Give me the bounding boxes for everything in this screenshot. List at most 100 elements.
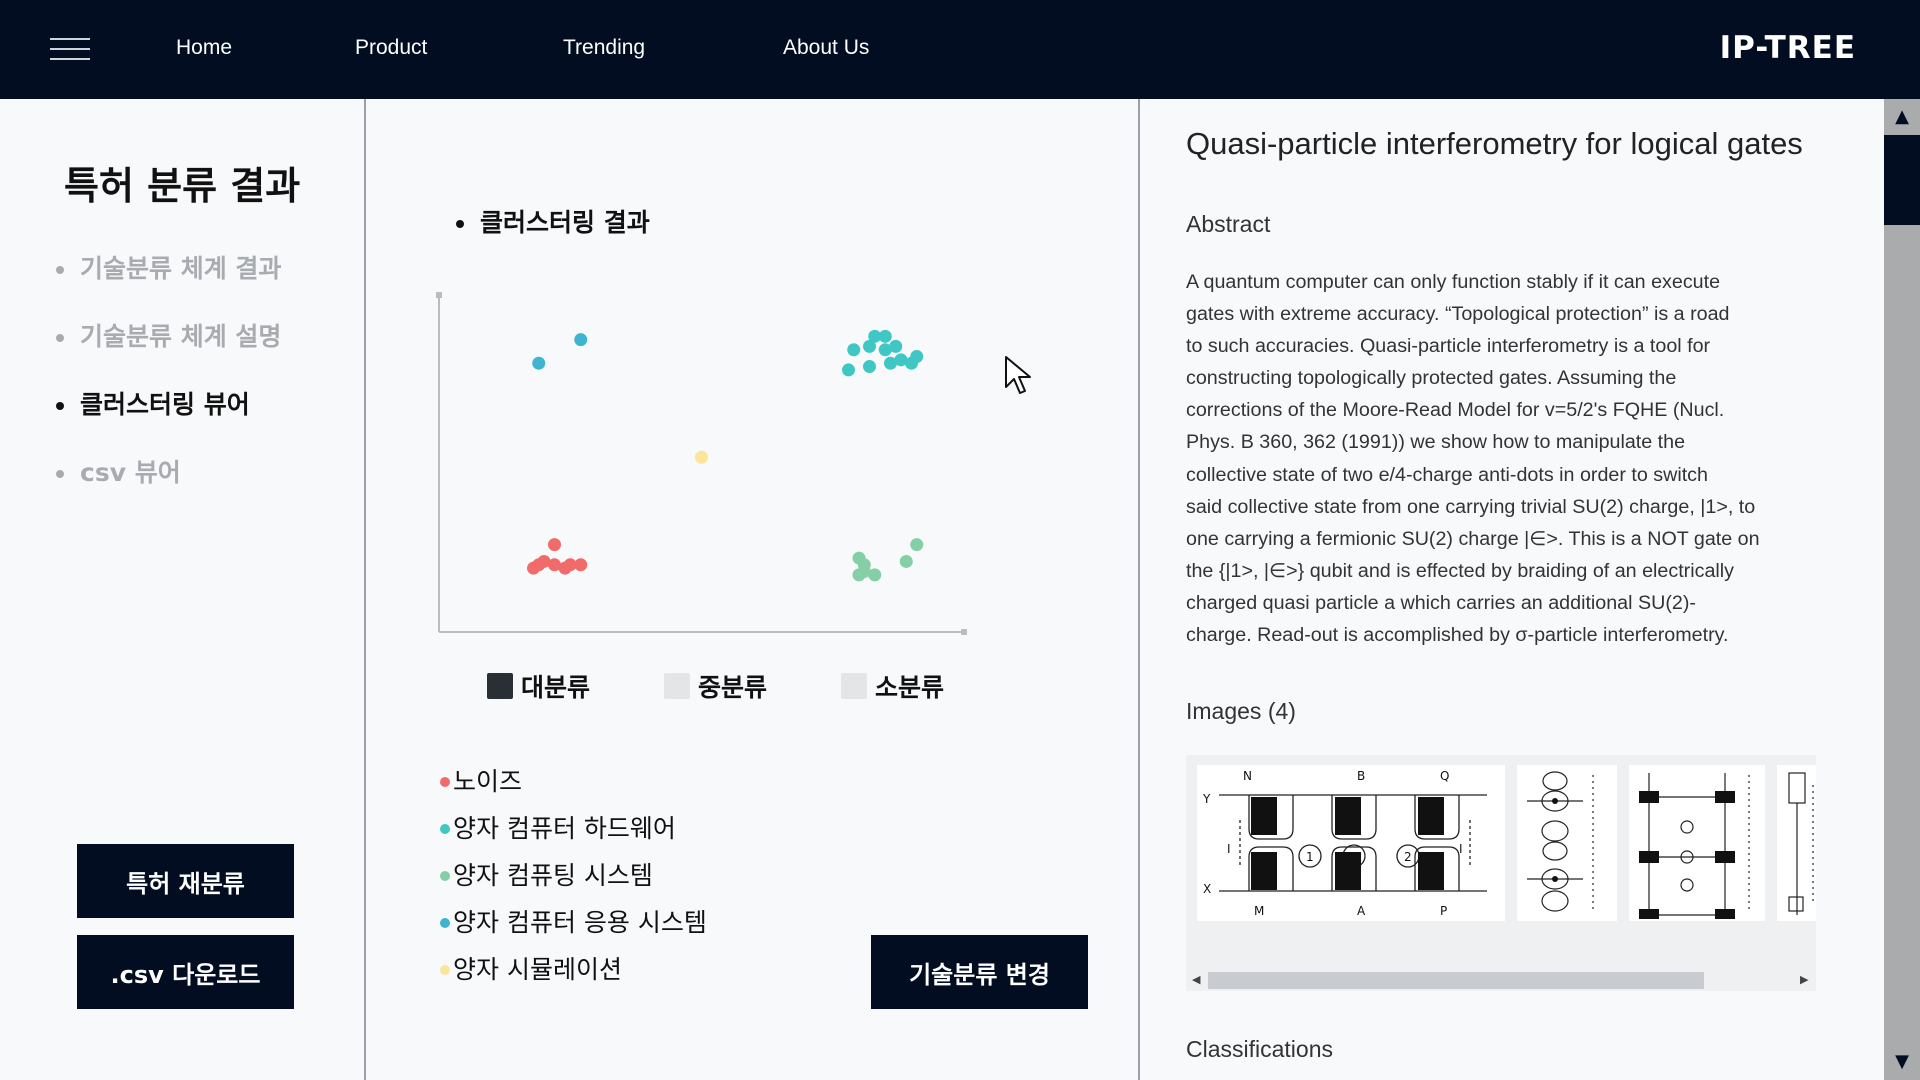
- brand-logo[interactable]: IP-TREE: [1720, 30, 1856, 66]
- patent-figure-3[interactable]: [1629, 765, 1765, 921]
- cluster-scatter-chart[interactable]: [432, 284, 1072, 644]
- nav-product[interactable]: Product: [355, 36, 427, 60]
- patent-figure-2[interactable]: [1517, 765, 1617, 921]
- figure-label: X: [1203, 882, 1211, 896]
- sidebar-item-label: 기술분류 체계 설명: [80, 322, 282, 351]
- scatter-point[interactable]: [574, 333, 588, 347]
- scatter-point[interactable]: [842, 363, 855, 377]
- scatter-point[interactable]: [863, 360, 876, 374]
- scatter-point[interactable]: [905, 356, 918, 370]
- abstract-heading: Abstract: [1186, 211, 1271, 237]
- figure-label: 3: [1350, 850, 1358, 864]
- sidebar-item-label: csv 뷰어: [80, 458, 181, 487]
- scatter-point[interactable]: [863, 339, 876, 353]
- figure-label: I: [1227, 842, 1231, 856]
- sidebar: 특허 분류 결과 기술분류 체계 결과 기술분류 체계 설명 클러스터링 뷰어 …: [0, 99, 366, 1080]
- scroll-down-icon[interactable]: ▼: [1884, 1044, 1920, 1080]
- cluster-label-text: 양자 컴퓨터 응용 시스템: [453, 908, 707, 937]
- scatter-point[interactable]: [884, 356, 897, 370]
- scroll-up-icon[interactable]: ▲: [1884, 99, 1920, 135]
- scatter-point[interactable]: [548, 538, 561, 552]
- abstract-line: one carrying a fermionic SU(2) charge |∈…: [1186, 527, 1760, 550]
- figure-label: I: [1459, 842, 1463, 856]
- bullet-icon: [456, 220, 464, 228]
- reclassify-button[interactable]: 특허 재분류: [77, 844, 294, 918]
- cluster-label-text: 노이즈: [453, 767, 523, 796]
- y-axis-end-marker: [436, 292, 442, 298]
- scatter-point[interactable]: [695, 450, 708, 464]
- gallery-scrollbar[interactable]: ◀ ▶: [1186, 967, 1816, 991]
- abstract-line: collective state of two e/4-charge anti-…: [1186, 463, 1708, 486]
- images-heading: Images (4): [1186, 698, 1296, 724]
- scatter-point[interactable]: [847, 343, 861, 357]
- figure-label: M: [1254, 904, 1264, 918]
- scatter-point[interactable]: [889, 339, 903, 353]
- cluster-label-application-system: 양자 컴퓨터 응용 시스템: [440, 903, 707, 939]
- scroll-left-icon[interactable]: ◀: [1192, 973, 1200, 986]
- figure-label: Y: [1202, 792, 1211, 806]
- legend-item-middle[interactable]: 중분류: [664, 668, 767, 704]
- classifications-heading: Classifications: [1186, 1036, 1333, 1062]
- page-scroll-thumb[interactable]: [1884, 135, 1920, 225]
- sidebar-item-tech-class-result[interactable]: 기술분류 체계 결과: [56, 249, 281, 285]
- cluster-label-hardware: 양자 컴퓨터 하드웨어: [440, 809, 676, 845]
- patent-figure-4[interactable]: [1777, 765, 1816, 921]
- abstract-text: A quantum computer can only function sta…: [1186, 266, 1806, 651]
- scatter-point[interactable]: [532, 356, 546, 370]
- sidebar-item-tech-class-description[interactable]: 기술분류 체계 설명: [56, 317, 281, 353]
- legend-item-major[interactable]: 대분류: [487, 668, 590, 704]
- bullet-icon: [56, 402, 64, 410]
- bullet-icon: [56, 334, 64, 342]
- patent-figure-1[interactable]: N B Q Y X M A P 1 3 2 I I: [1197, 765, 1505, 921]
- hamburger-menu-icon[interactable]: [50, 38, 90, 62]
- scroll-right-icon[interactable]: ▶: [1800, 973, 1808, 986]
- legend-label: 대분류: [521, 673, 591, 702]
- scatter-point[interactable]: [574, 558, 588, 572]
- cluster-label-text: 양자 컴퓨팅 시스템: [453, 861, 653, 890]
- cluster-dot-icon: [440, 965, 450, 975]
- section-heading-label: 클러스터링 결과: [480, 208, 650, 237]
- gallery-scroll-thumb[interactable]: [1208, 972, 1704, 989]
- bullet-icon: [56, 266, 64, 274]
- x-axis-end-marker: [961, 629, 967, 635]
- nav-about-us[interactable]: About Us: [783, 36, 869, 60]
- abstract-line: A quantum computer can only function sta…: [1186, 271, 1721, 293]
- top-navbar: Home Product Trending About Us IP-TREE: [0, 0, 1920, 99]
- figure-label: B: [1357, 769, 1365, 783]
- abstract-line: charged quasi particle a which carries a…: [1186, 591, 1696, 614]
- sidebar-item-label: 클러스터링 뷰어: [80, 390, 250, 419]
- scatter-point[interactable]: [899, 554, 913, 568]
- section-heading: 클러스터링 결과: [456, 203, 650, 239]
- cluster-dot-icon: [440, 871, 450, 881]
- cluster-dot-icon: [440, 777, 450, 787]
- change-classification-button[interactable]: 기술분류 변경: [871, 935, 1088, 1009]
- paper-title: Quasi-particle interferometry for logica…: [1186, 126, 1803, 161]
- abstract-line: corrections of the Moore-Read Model for …: [1186, 399, 1725, 422]
- scatter-point[interactable]: [868, 568, 882, 582]
- scatter-point[interactable]: [878, 329, 892, 343]
- sidebar-title: 특허 분류 결과: [64, 164, 301, 208]
- csv-download-button[interactable]: .csv 다운로드: [77, 935, 294, 1009]
- nav-home[interactable]: Home: [176, 36, 232, 60]
- figure-label: A: [1357, 904, 1366, 918]
- cluster-label-simulation: 양자 시뮬레이션: [440, 950, 622, 986]
- scatter-point[interactable]: [910, 538, 924, 552]
- figure-label: P: [1440, 904, 1447, 918]
- figure-label: 2: [1404, 850, 1412, 864]
- legend-item-minor[interactable]: 소분류: [841, 668, 944, 704]
- scatter-point[interactable]: [852, 568, 866, 582]
- abstract-line: the {|1>, |∈>} qubit and is effected by …: [1186, 559, 1734, 582]
- legend-swatch: [487, 673, 513, 699]
- scatter-point[interactable]: [527, 561, 540, 575]
- image-gallery[interactable]: NBQYXMAP132II ◀ ▶: [1186, 755, 1816, 991]
- nav-trending[interactable]: Trending: [563, 36, 645, 60]
- page-scrollbar[interactable]: ▲ ▼: [1884, 99, 1920, 1080]
- sidebar-item-clustering-viewer[interactable]: 클러스터링 뷰어: [56, 385, 250, 421]
- abstract-line: Phys. B 360, 362 (1991)) we show how to …: [1186, 431, 1686, 454]
- patent-detail-panel: Quasi-particle interferometry for logica…: [1140, 99, 1884, 1080]
- sidebar-item-csv-viewer[interactable]: csv 뷰어: [56, 453, 181, 489]
- figure-label: 1: [1306, 850, 1314, 864]
- cluster-dot-icon: [440, 824, 450, 834]
- legend-swatch: [841, 673, 867, 699]
- cluster-label-text: 양자 컴퓨터 하드웨어: [453, 814, 676, 843]
